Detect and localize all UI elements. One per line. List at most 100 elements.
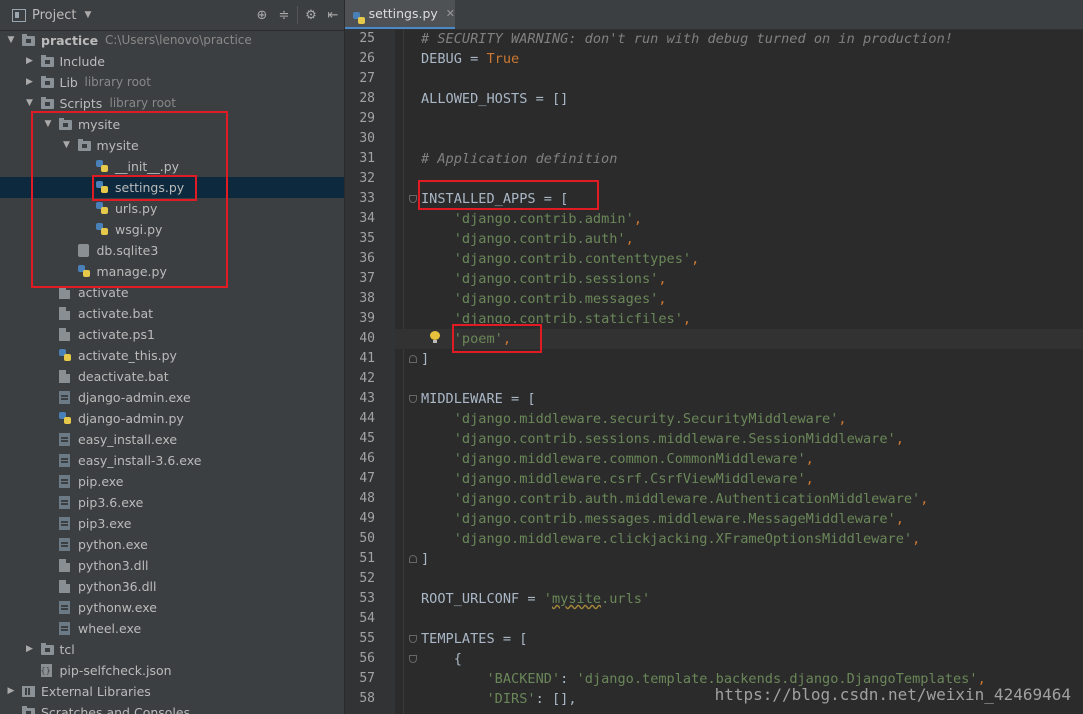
- tree-item[interactable]: ▼ Scripts library root: [0, 93, 344, 114]
- tree-item[interactable]: wheel.exe: [0, 618, 344, 639]
- collapsed-arrow-icon[interactable]: ▶: [25, 51, 35, 72]
- exe-icon: [59, 622, 70, 635]
- tree-item[interactable]: wsgi.py: [0, 219, 344, 240]
- gear-icon[interactable]: ⚙: [300, 0, 322, 30]
- tree-item[interactable]: ▶ Lib library root: [0, 72, 344, 93]
- code-editor[interactable]: settings.py ✕ 25 26 27 28 29 30 31 32 33 34 35 36 37…: [345, 0, 1083, 714]
- tree-item[interactable]: __init__.py: [0, 156, 344, 177]
- lightbulb-icon[interactable]: [430, 331, 440, 343]
- collapse-all-icon[interactable]: ≑: [273, 0, 295, 30]
- tree-item[interactable]: manage.py: [0, 261, 344, 282]
- code-line[interactable]: 'django.middleware.common.CommonMiddlewa…: [421, 449, 814, 469]
- code-line[interactable]: 'django.middleware.security.SecurityMidd…: [421, 409, 847, 429]
- fold-marker-icon[interactable]: [409, 635, 417, 643]
- line-number: 56: [359, 651, 375, 666]
- tree-item[interactable]: ▶ External Libraries: [0, 681, 344, 702]
- code-token: ,: [691, 251, 700, 267]
- tree-item[interactable]: deactivate.bat: [0, 366, 344, 387]
- code-line[interactable]: TEMPLATES = [: [421, 629, 527, 649]
- tree-item[interactable]: pip-selfcheck.json: [0, 660, 344, 681]
- code-line[interactable]: 'django.contrib.admin',: [421, 209, 642, 229]
- fold-marker-icon[interactable]: [409, 555, 417, 563]
- tree-item[interactable]: Scratches and Consoles: [0, 702, 344, 714]
- file-icon: [59, 580, 70, 593]
- tree-item[interactable]: easy_install.exe: [0, 429, 344, 450]
- tree-item[interactable]: ▼ mysite: [0, 135, 344, 156]
- collapsed-arrow-icon[interactable]: ▶: [25, 72, 35, 93]
- code-line[interactable]: MIDDLEWARE = [: [421, 389, 536, 409]
- tree-item[interactable]: python.exe: [0, 534, 344, 555]
- tree-item[interactable]: settings.py: [0, 177, 344, 198]
- tree-item[interactable]: easy_install-3.6.exe: [0, 450, 344, 471]
- tree-item[interactable]: activate: [0, 282, 344, 303]
- file-icon: [59, 286, 70, 299]
- tree-item[interactable]: activate.ps1: [0, 324, 344, 345]
- code-line[interactable]: 'django.contrib.sessions',: [421, 269, 667, 289]
- code-line[interactable]: INSTALLED_APPS = [: [421, 189, 568, 209]
- tree-item[interactable]: ▶ tcl: [0, 639, 344, 660]
- tree-item[interactable]: pip.exe: [0, 471, 344, 492]
- code-token: ,: [805, 451, 814, 467]
- code-line[interactable]: ]: [421, 349, 429, 369]
- tree-item[interactable]: ▶ Include: [0, 51, 344, 72]
- collapsed-arrow-icon[interactable]: ▶: [6, 681, 16, 702]
- code-line[interactable]: 'DIRS': [],: [421, 689, 585, 709]
- collapsed-arrow-icon[interactable]: ▶: [25, 639, 35, 660]
- tree-item[interactable]: ▼ practice C:\Users\lenovo\practice: [0, 30, 344, 51]
- code-line[interactable]: ALLOWED_HOSTS = []: [421, 89, 568, 109]
- code-line[interactable]: ]: [421, 549, 429, 569]
- code-line[interactable]: # Application definition: [421, 149, 617, 169]
- code-line[interactable]: 'django.middleware.csrf.CsrfViewMiddlewa…: [421, 469, 814, 489]
- code-token: 'django.contrib.sessions': [453, 271, 659, 287]
- scroll-from-source-icon[interactable]: ⊕: [251, 0, 273, 30]
- tree-item[interactable]: urls.py: [0, 198, 344, 219]
- code-line[interactable]: 'django.contrib.messages',: [421, 289, 667, 309]
- close-icon[interactable]: ✕: [446, 7, 455, 20]
- fold-marker-icon[interactable]: [409, 195, 417, 203]
- hide-panel-icon[interactable]: ⇤: [322, 0, 344, 30]
- expanded-arrow-icon[interactable]: ▼: [25, 93, 35, 114]
- expanded-arrow-icon[interactable]: ▼: [62, 135, 72, 156]
- line-number: 44: [359, 411, 375, 426]
- tree-item[interactable]: django-admin.exe: [0, 387, 344, 408]
- code-token: ,: [658, 271, 667, 287]
- code-line[interactable]: 'django.contrib.contenttypes',: [421, 249, 700, 269]
- expanded-arrow-icon[interactable]: ▼: [43, 114, 53, 135]
- folder-icon: [22, 34, 35, 46]
- tab-settings-py[interactable]: settings.py ✕: [345, 0, 455, 29]
- tree-item[interactable]: activate.bat: [0, 303, 344, 324]
- code-line[interactable]: ROOT_URLCONF = 'mysite.urls': [421, 589, 650, 609]
- code-line[interactable]: 'django.contrib.auth',: [421, 229, 634, 249]
- tree-item[interactable]: ▼ mysite: [0, 114, 344, 135]
- code-line[interactable]: 'django.contrib.auth.middleware.Authenti…: [421, 489, 929, 509]
- project-panel-title[interactable]: Project: [32, 8, 76, 23]
- project-panel-header: Project ▼ ⊕ ≑ ⚙ ⇤: [0, 0, 344, 31]
- code-line[interactable]: 'django.contrib.staticfiles',: [421, 309, 691, 329]
- code-token: .urls': [601, 591, 651, 607]
- fold-marker-icon[interactable]: [409, 395, 417, 403]
- tree-item[interactable]: pythonw.exe: [0, 597, 344, 618]
- code-token: MIDDLEWARE = [: [421, 391, 536, 407]
- tree-item[interactable]: pip3.exe: [0, 513, 344, 534]
- code-line[interactable]: 'django.contrib.messages.middleware.Mess…: [421, 509, 904, 529]
- exe-icon: [59, 538, 70, 551]
- code-line[interactable]: 'django.middleware.clickjacking.XFrameOp…: [421, 529, 921, 549]
- code-line[interactable]: # SECURITY WARNING: don't run with debug…: [421, 29, 953, 49]
- tree-item[interactable]: django-admin.py: [0, 408, 344, 429]
- fold-marker-icon[interactable]: [409, 355, 417, 363]
- tree-item[interactable]: python3.dll: [0, 555, 344, 576]
- tree-item[interactable]: python36.dll: [0, 576, 344, 597]
- code-line[interactable]: 'django.contrib.sessions.middleware.Sess…: [421, 429, 904, 449]
- tree-item-label: practice: [41, 33, 99, 48]
- code-line[interactable]: {: [421, 649, 462, 669]
- tree-item[interactable]: pip3.6.exe: [0, 492, 344, 513]
- chevron-down-icon[interactable]: ▼: [84, 10, 91, 20]
- tree-item-label: External Libraries: [41, 684, 151, 699]
- expanded-arrow-icon[interactable]: ▼: [6, 30, 16, 51]
- tree-item[interactable]: activate_this.py: [0, 345, 344, 366]
- lib-icon: [22, 686, 35, 697]
- code-line[interactable]: DEBUG = True: [421, 49, 519, 69]
- tree-item[interactable]: db.sqlite3: [0, 240, 344, 261]
- fold-marker-icon[interactable]: [409, 655, 417, 663]
